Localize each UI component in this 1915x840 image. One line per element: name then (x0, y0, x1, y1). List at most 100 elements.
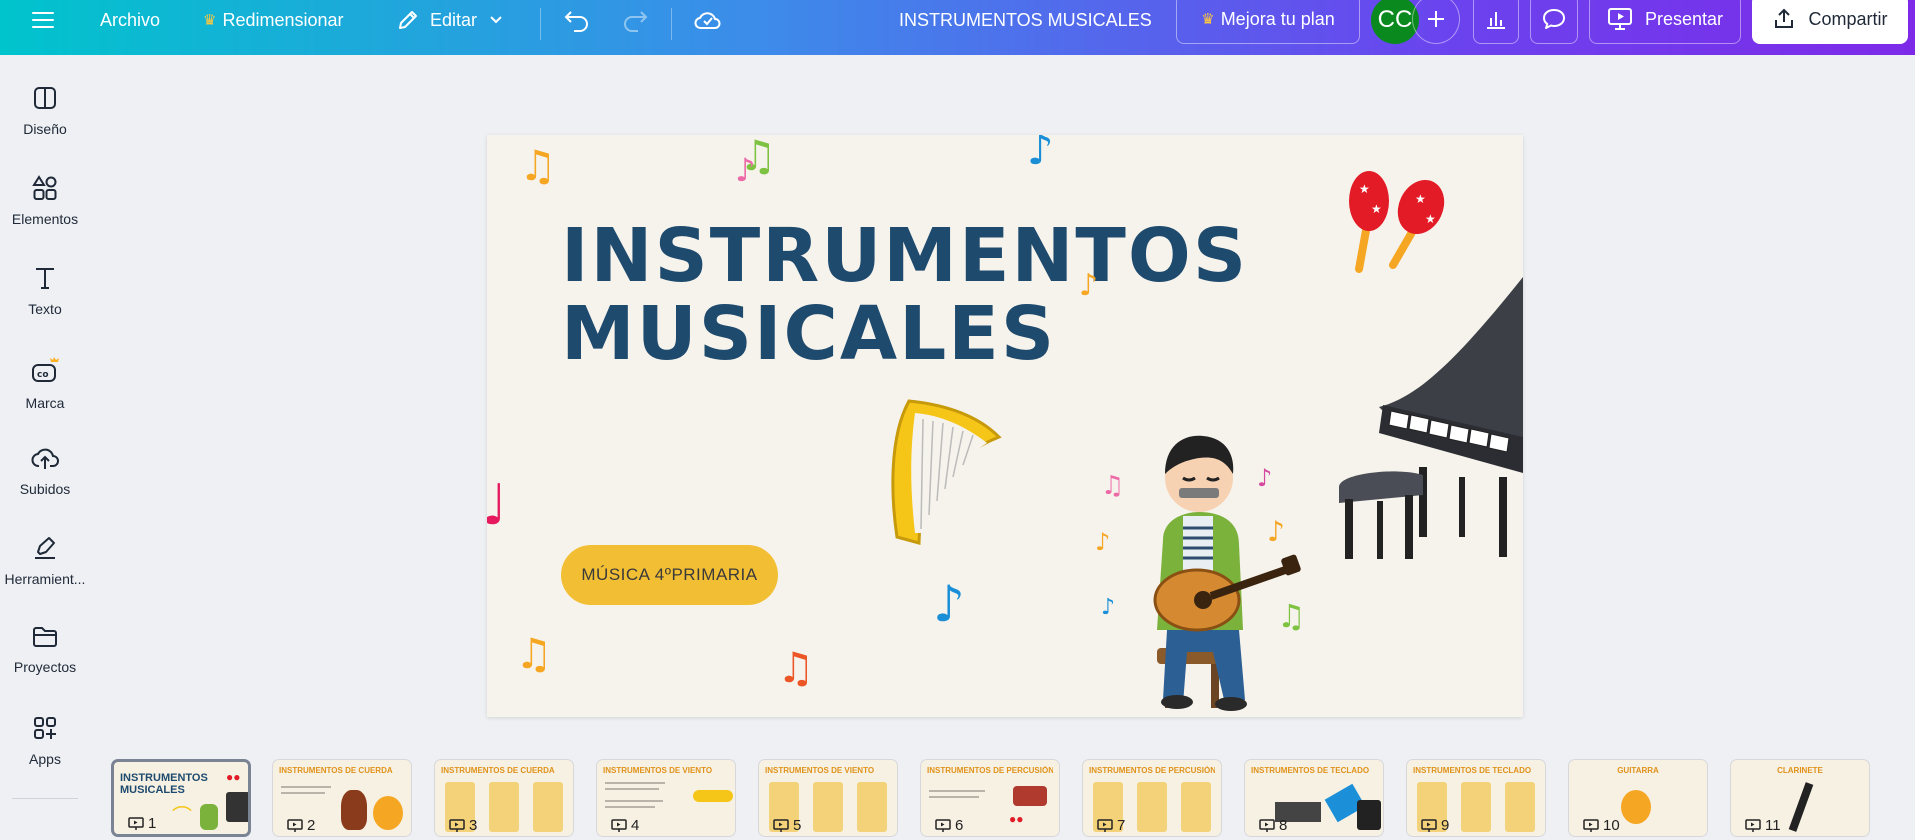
thumbnail-number-text: 4 (631, 817, 640, 834)
slide-thumbnail[interactable]: INSTRUMENTOS DE TECLADO 9 (1406, 759, 1546, 837)
thumbnail-number-text: 3 (469, 817, 478, 834)
slide-title[interactable]: INSTRUMENTOS MUSICALES (561, 217, 1248, 373)
piano-icon (1357, 800, 1381, 830)
thumbnail-title: INSTRUMENTOS DE VIENTO (603, 766, 713, 775)
thumbnail-title: CLARINETE (1777, 766, 1823, 775)
harp-illustration (891, 399, 1002, 545)
sidebar-item-design[interactable]: Diseño (0, 55, 90, 141)
sidebar-item-elements[interactable]: Elementos (0, 145, 90, 231)
sidebar-item-uploads[interactable]: Subidos (0, 415, 90, 501)
thumbnail-title: INSTRUMENTOS MUSICALES (120, 772, 208, 796)
chevron-down-icon (490, 16, 502, 24)
thumbnail-number: 5 (773, 817, 801, 834)
music-note-icon: ♫ (515, 629, 553, 678)
document-title[interactable]: INSTRUMENTOS MUSICALES (899, 0, 1152, 40)
main-menu-button[interactable] (32, 0, 54, 40)
svg-text:★: ★ (1425, 212, 1436, 226)
thumbnail-number: 10 (1583, 817, 1620, 834)
thumbnail-card (1461, 782, 1491, 832)
maracas-illustration: ★★★★ (1349, 171, 1445, 273)
slide-thumbnail[interactable]: INSTRUMENTOS DE VIENTO 5 (758, 759, 898, 837)
harp-icon: ⌒ (172, 806, 192, 828)
resize-button[interactable]: ♛ Redimensionar (203, 0, 344, 40)
file-menu-button[interactable]: Archivo (100, 0, 160, 40)
music-note-icon: ♪ (735, 151, 756, 189)
sidebar-item-text[interactable]: Texto (0, 235, 90, 321)
slide-canvas[interactable]: INSTRUMENTOS MUSICALES MÚSICA 4ºPRIMARIA… (487, 135, 1523, 717)
presentation-icon (611, 818, 627, 832)
cloud-upload-icon (31, 448, 59, 469)
insights-button[interactable] (1473, 0, 1519, 44)
upgrade-plan-button[interactable]: ♛ Mejora tu plan (1176, 0, 1360, 44)
sidebar-item-brand[interactable]: co Marca (0, 325, 90, 411)
comment-icon (1543, 9, 1565, 29)
thumbnail-text-line (929, 796, 979, 798)
guitar-icon (1621, 790, 1651, 824)
thumbnail-number: 2 (287, 817, 315, 834)
left-sidebar: Diseño Elementos Texto co Marca Subidos … (0, 55, 90, 840)
presentation-icon (449, 818, 465, 832)
thumbnail-title: INSTRUMENTOS DE CUERDA (279, 766, 393, 775)
redo-icon (624, 11, 648, 32)
redo-button[interactable] (621, 0, 649, 40)
edit-button[interactable]: Editar (396, 0, 503, 40)
sidebar-item-label: Apps (29, 751, 61, 767)
present-label: Presentar (1644, 8, 1724, 29)
music-note-icon: ♪ (1027, 135, 1054, 174)
slide-thumbnail-strip: INSTRUMENTOS MUSICALES ●● ⌒ 1 INSTRUMENT… (110, 755, 1915, 840)
share-label: Compartir (1808, 8, 1888, 29)
slide-thumbnail[interactable]: INSTRUMENTOS DE CUERDA 2 (272, 759, 412, 837)
comments-button[interactable] (1530, 0, 1578, 44)
thumbnail-title: INSTRUMENTOS DE CUERDA (441, 766, 555, 775)
share-button[interactable]: Compartir (1752, 0, 1908, 44)
presentation-icon (1745, 818, 1761, 832)
guitar-icon (373, 796, 403, 830)
thumbnail-number: 6 (935, 817, 963, 834)
slide-subtitle-text: MÚSICA 4ºPRIMARIA (581, 565, 758, 584)
presentation-icon (935, 818, 951, 832)
slide-thumbnail[interactable]: INSTRUMENTOS MUSICALES ●● ⌒ 1 (111, 759, 251, 837)
presentation-icon (1097, 818, 1113, 832)
thumbnail-text-line (605, 800, 663, 802)
file-menu-label: Archivo (100, 9, 161, 30)
thumbnail-card (857, 782, 887, 832)
slide-thumbnail[interactable]: CLARINETE 11 (1730, 759, 1870, 837)
thumbnail-number-text: 8 (1279, 817, 1288, 834)
slide-thumbnail[interactable]: GUITARRA 10 (1568, 759, 1708, 837)
violin-icon (341, 790, 367, 830)
presentation-icon (1259, 818, 1275, 832)
add-collaborator-button[interactable] (1412, 0, 1460, 44)
toolbar-divider (540, 8, 541, 40)
sidebar-item-projects[interactable]: Proyectos (0, 595, 90, 681)
undo-button[interactable] (563, 0, 591, 40)
thumbnail-number: 7 (1097, 817, 1125, 834)
thumbnail-number-text: 11 (1765, 817, 1781, 834)
music-note-icon: ♫ (1101, 471, 1125, 501)
save-status-button[interactable] (694, 0, 722, 40)
thumbnail-title: INSTRUMENTOS DE TECLADO (1413, 766, 1532, 775)
piano-illustration (1339, 277, 1523, 559)
slide-thumbnail[interactable]: INSTRUMENTOS DE PERCUSIÓN 7 (1082, 759, 1222, 837)
plus-icon (1428, 11, 1444, 27)
hamburger-icon (32, 12, 54, 28)
thumbnail-title: GUITARRA (1617, 766, 1659, 775)
sidebar-item-label: Elementos (11, 211, 79, 227)
pen-tool-icon (35, 537, 55, 559)
sidebar-item-tools[interactable]: Herramient... (0, 505, 90, 591)
thumbnail-text-line (929, 790, 985, 792)
slide-subtitle-pill[interactable]: MÚSICA 4ºPRIMARIA (561, 545, 778, 605)
slide-thumbnail[interactable]: INSTRUMENTOS DE CUERDA 3 (434, 759, 574, 837)
slide-thumbnail[interactable]: INSTRUMENTOS DE VIENTO 4 (596, 759, 736, 837)
sidebar-item-apps[interactable]: Apps (0, 685, 90, 771)
thumbnail-number: 9 (1421, 817, 1449, 834)
sidebar-item-label: Marca (25, 395, 65, 411)
clarinet-icon (1788, 782, 1814, 832)
slide-thumbnail[interactable]: INSTRUMENTOS DE TECLADO 8 (1244, 759, 1384, 837)
present-button[interactable]: Presentar (1589, 0, 1741, 44)
thumbnail-title: INSTRUMENTOS DE VIENTO (765, 766, 875, 775)
thumbnail-card (533, 782, 563, 832)
thumbnail-text-line (605, 782, 665, 784)
slide-thumbnail[interactable]: INSTRUMENTOS DE PERCUSIÓN ●● 6 (920, 759, 1060, 837)
thumbnail-text-line (281, 792, 325, 794)
folder-icon (33, 627, 57, 647)
